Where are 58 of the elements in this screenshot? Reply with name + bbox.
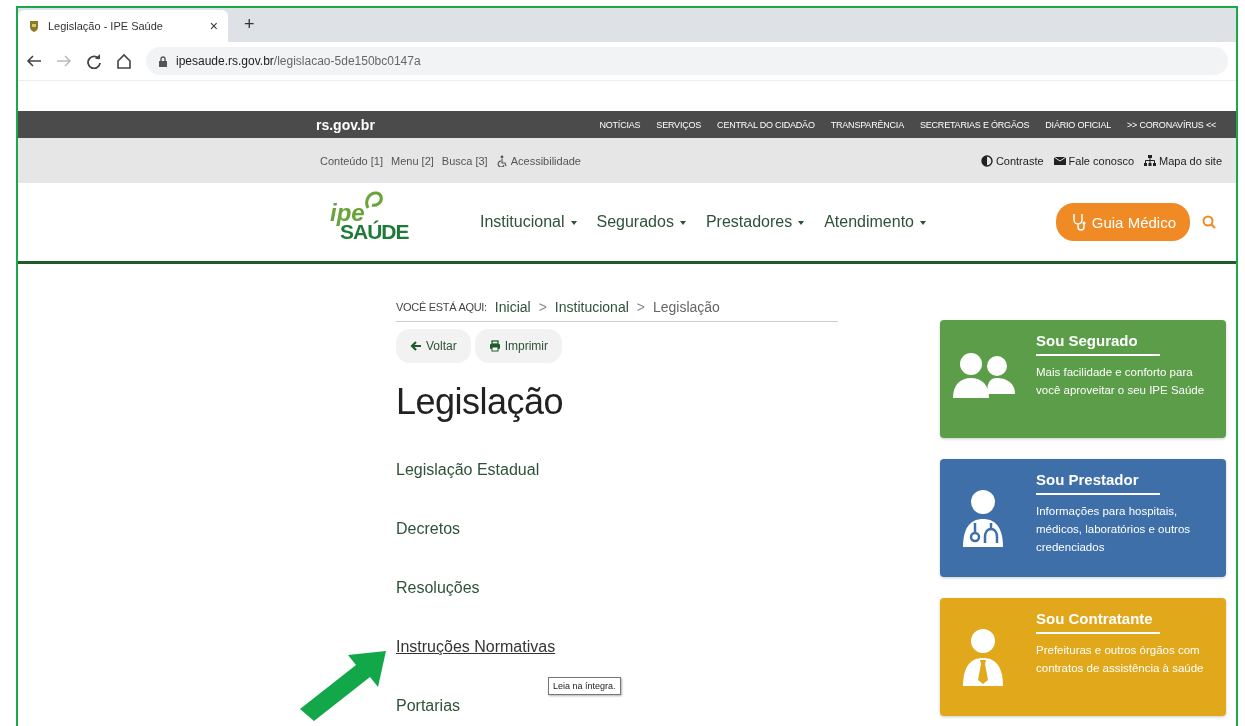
legislation-link[interactable]: Legislação Estadual [396, 461, 540, 482]
breadcrumb-separator: > [538, 299, 547, 315]
profile-card[interactable]: Sou Prestador Informações para hospitais, médicos, laboratórios e outros credenciados [940, 459, 1226, 577]
utility-link[interactable]: Mapa do site [1144, 154, 1222, 167]
card-text: Mais facilidade e conforto para você aproveitar o seu IPE Saúde [1036, 365, 1206, 398]
contrast-icon [980, 154, 993, 167]
top-nav-link[interactable]: SERVIÇOS [656, 119, 702, 130]
breadcrumb-current: Legislação [652, 299, 720, 315]
legislation-link[interactable]: Instruções Normativas [396, 638, 556, 659]
card-title: Sou Prestador [1036, 471, 1160, 495]
crest-icon [28, 19, 40, 33]
top-nav-link[interactable]: SECRETARIAS E ÓRGÃOS [919, 119, 1030, 130]
utility-link[interactable]: Busca [3] [441, 154, 488, 167]
legislation-link[interactable]: Decretos [396, 520, 461, 541]
tab-close-button[interactable]: × [209, 18, 218, 34]
browser-tab[interactable]: Legislação - IPE Saúde × [18, 10, 228, 42]
menu-item[interactable]: Prestadores [705, 213, 805, 231]
card-text: Prefeituras e outros órgãos com contratos de assistência à saúde [1036, 643, 1205, 676]
top-nav-link[interactable]: DIÁRIO OFICIAL [1045, 119, 1112, 130]
back-icon[interactable] [26, 53, 42, 69]
tooltip: Leia na íntegra. [548, 677, 621, 695]
address-bar[interactable]: ipesaude.rs.gov.br/legislacao-5de150bc0147a [146, 47, 1228, 75]
card-title: Sou Segurado [1036, 332, 1160, 356]
menu-item[interactable]: Segurados [596, 213, 686, 231]
breadcrumb-link[interactable]: Inicial [494, 299, 531, 315]
back-button[interactable]: Voltar [396, 329, 471, 363]
top-nav-link[interactable]: TRANSPARÊNCIA [830, 119, 904, 130]
utility-link[interactable]: Acessibilidade [495, 154, 581, 167]
utility-link[interactable]: Contraste [980, 154, 1044, 167]
legislation-link[interactable]: Resoluções [396, 579, 480, 600]
print-button[interactable]: Imprimir [474, 329, 562, 363]
envelope-icon [1053, 154, 1066, 167]
url-text: ipesaude.rs.gov.br/legislacao-5de150bc0147a [176, 54, 421, 68]
menu-item[interactable]: Atendimento [824, 213, 926, 231]
wheelchair-icon [495, 154, 508, 167]
breadcrumb-link[interactable]: Institucional [554, 299, 629, 315]
page-title: Legislação [396, 381, 565, 423]
card-text: Informações para hospitais, médicos, laboratórios e outros credenciados [1036, 504, 1192, 555]
top-nav-link[interactable]: NOTÍCIAS [599, 119, 641, 130]
top-nav-link[interactable]: >> CORONAVÍRUS << [1127, 119, 1216, 130]
breadcrumb-separator: > [636, 299, 645, 315]
home-icon[interactable] [116, 53, 132, 69]
reload-icon[interactable] [86, 53, 102, 69]
lock-icon [158, 55, 168, 67]
sitemap-icon [1144, 154, 1156, 167]
utility-link[interactable]: Fale conosco [1053, 154, 1134, 167]
swirl-icon [364, 189, 384, 210]
top-nav-link[interactable]: CENTRAL DO CIDADÃO [717, 119, 815, 130]
utility-link[interactable]: Menu [2] [391, 154, 434, 167]
arrow-left-icon [410, 340, 422, 352]
breadcrumb-label: VOCÊ ESTÁ AQUI: [396, 301, 487, 313]
utility-link[interactable]: Conteúdo [1] [320, 154, 383, 167]
menu-item[interactable]: Institucional [480, 213, 577, 231]
site-brand: rs.gov.br [316, 116, 375, 133]
printer-icon [488, 340, 501, 352]
new-tab-button[interactable]: + [238, 13, 261, 36]
card-title: Sou Contratante [1036, 610, 1160, 634]
legislation-link[interactable]: Portarias [396, 697, 461, 718]
